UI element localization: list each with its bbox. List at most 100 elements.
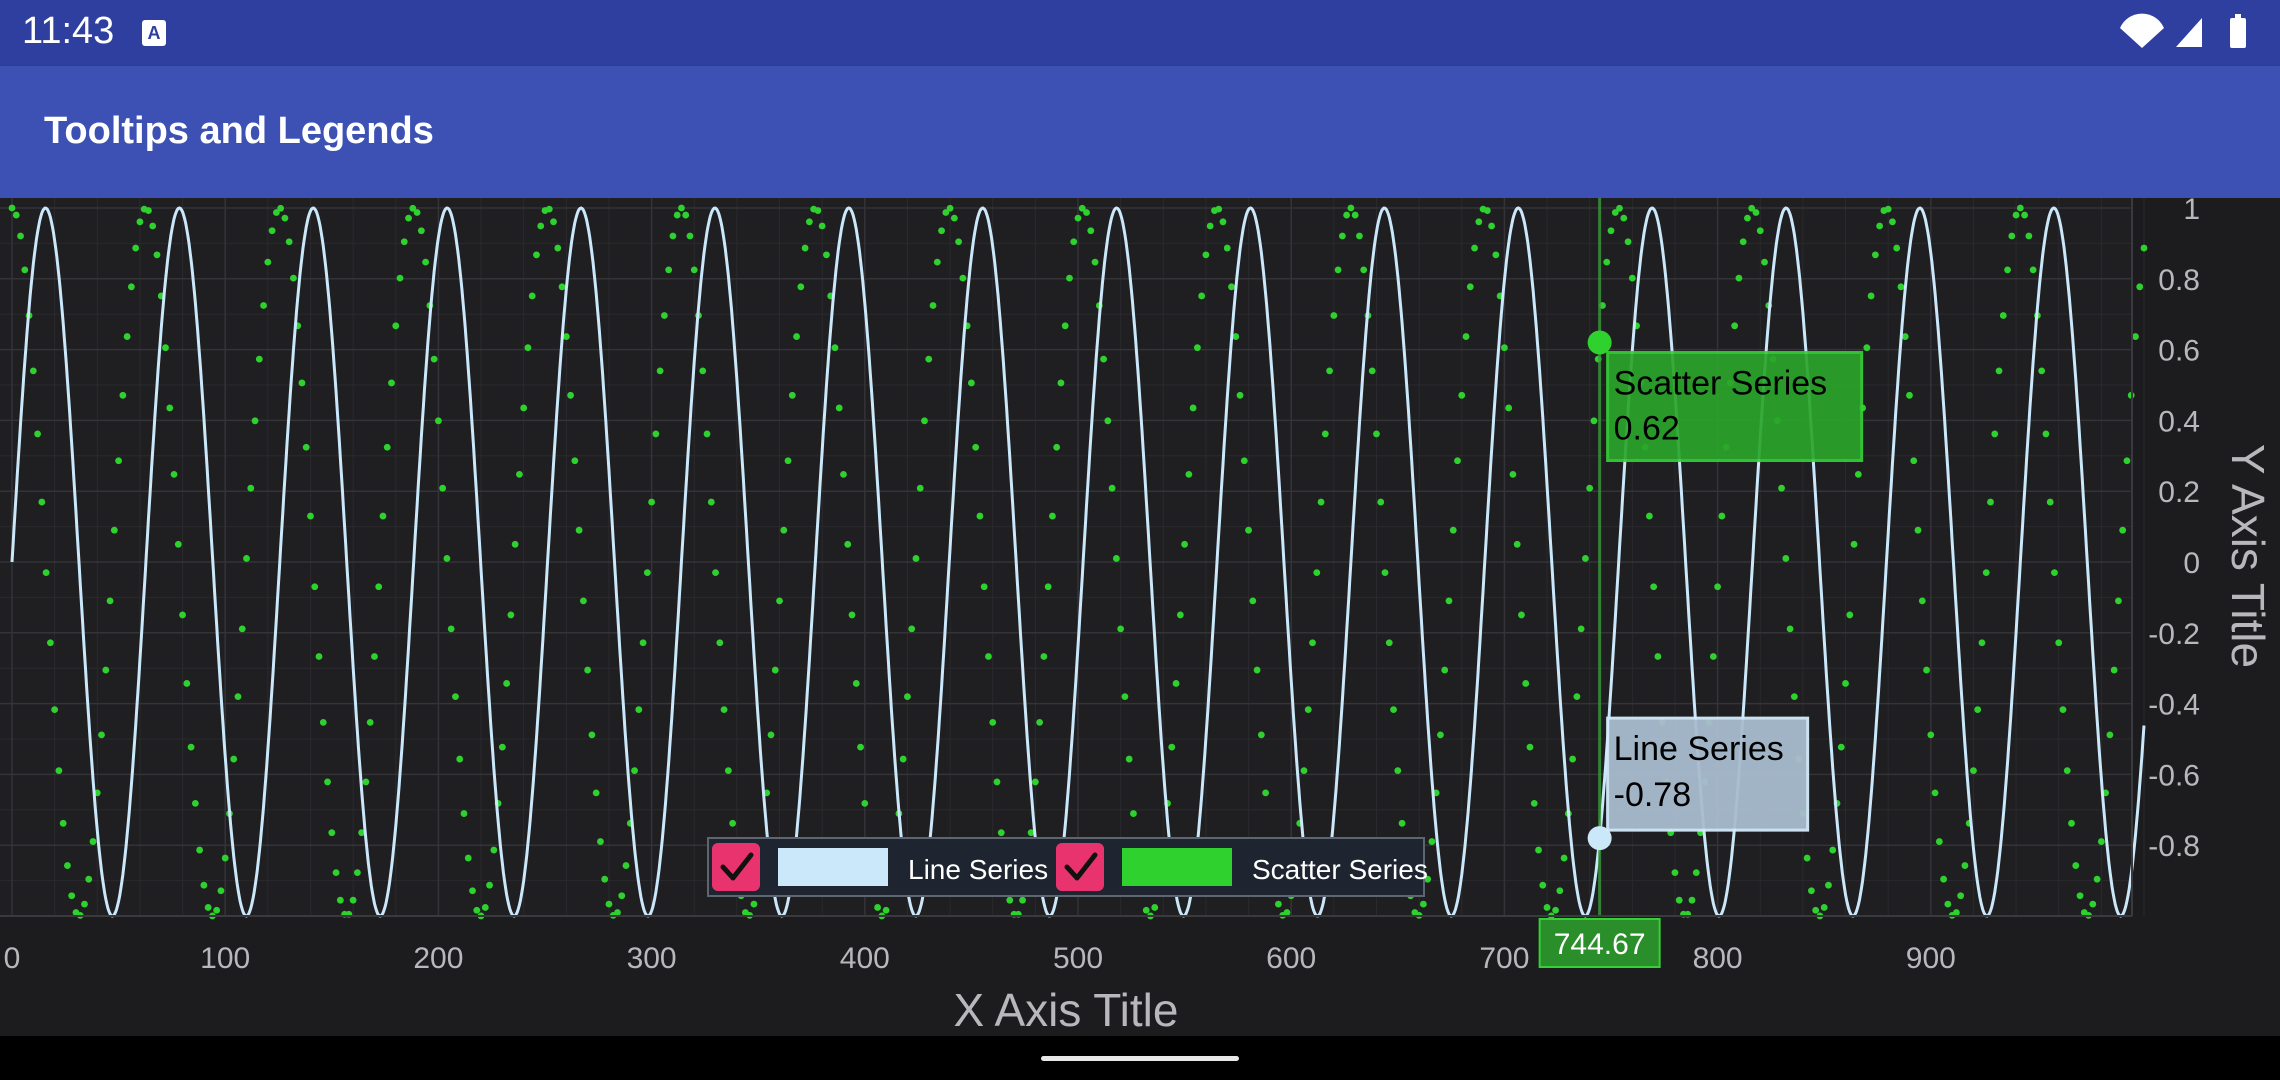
scatter-point	[1176, 611, 1184, 619]
scatter-point	[166, 404, 174, 412]
scatter-point	[1786, 625, 1794, 633]
scatter-point	[1112, 555, 1120, 562]
scatter-point	[1193, 344, 1201, 352]
scatter-point	[85, 875, 93, 883]
scatter-point	[1675, 896, 1683, 904]
legend-checkbox[interactable]	[1056, 843, 1104, 891]
scatter-point	[2051, 569, 2058, 577]
scatter-point	[38, 498, 46, 506]
scatter-point	[669, 232, 677, 240]
scatter-point	[1944, 900, 1952, 908]
scatter-point	[793, 333, 800, 340]
scatter-point	[1837, 743, 1845, 751]
app-bar: Tooltips and Legends	[0, 66, 2280, 198]
scatter-point	[98, 731, 105, 739]
scatter-point	[443, 555, 451, 562]
scatter-point	[848, 611, 856, 619]
chart-container[interactable]: Scatter Series 0.62 Line Series -0.78 1 0.8 0…	[0, 193, 2280, 1036]
scatter-point	[1842, 680, 1849, 687]
scatter-point	[196, 846, 204, 854]
scatter-point	[2136, 283, 2144, 291]
legend: Line Series Scatter Series	[707, 837, 1428, 897]
scatter-point	[238, 625, 246, 633]
scatter-point	[2038, 367, 2046, 375]
scatter-point	[1130, 810, 1137, 817]
scatter-point	[950, 214, 958, 222]
scatter-point	[277, 204, 285, 212]
scatter-point	[1935, 838, 1943, 845]
scatter-point	[1692, 869, 1700, 877]
scatter-point	[191, 799, 199, 807]
scatter-point	[933, 258, 941, 266]
scatter-point	[307, 512, 314, 520]
scatter-point	[1275, 900, 1282, 908]
scatter-point	[1181, 540, 1188, 548]
scatter-point	[285, 238, 293, 246]
scatter-point	[290, 274, 297, 282]
scatter-point	[1607, 227, 1615, 235]
scatter-point	[938, 227, 945, 235]
scatter-point	[251, 417, 259, 425]
scatter-point	[1991, 430, 1999, 438]
scatter-point	[968, 379, 975, 387]
legend-checkbox[interactable]	[712, 843, 760, 891]
scatter-point	[1390, 706, 1397, 714]
scatter-point	[1714, 583, 1721, 591]
chart[interactable]: Scatter Series 0.62 Line Series -0.78 1 0.8 0…	[0, 193, 2280, 1036]
x-tick-label: 0	[4, 942, 21, 975]
scatter-point	[1437, 731, 1444, 739]
scatter-point	[976, 512, 984, 520]
scatter-point	[567, 391, 574, 399]
scatter-point	[255, 355, 263, 363]
scatter-point	[1019, 896, 1026, 904]
scatter-point	[332, 869, 340, 877]
scatter-point	[1573, 693, 1581, 701]
scatter-point	[1330, 312, 1338, 319]
scatter-point	[682, 211, 690, 219]
scatter-point	[929, 302, 937, 309]
scatter-point	[1709, 653, 1717, 660]
scatter-point	[1074, 214, 1082, 222]
scatter-point	[703, 430, 711, 438]
scatter-point	[1688, 896, 1696, 904]
scatter-point	[520, 404, 528, 412]
scatter-point	[1219, 218, 1227, 226]
scatter-point	[2089, 900, 2097, 908]
scatter-point	[2068, 819, 2075, 827]
home-handle[interactable]	[1041, 1056, 1239, 1061]
scatter-point	[1492, 251, 1500, 259]
scatter-point	[2106, 731, 2114, 739]
scatter-point	[916, 484, 924, 492]
scatter-point	[400, 238, 408, 246]
scatter-point	[2072, 862, 2080, 869]
scatter-point	[1876, 222, 1884, 230]
scatter-point	[1223, 244, 1231, 252]
scatter-point	[42, 569, 50, 577]
scatter-point	[921, 417, 928, 425]
scatter-point	[281, 214, 289, 222]
scatter-point	[170, 470, 178, 478]
scatter-point	[1978, 639, 1986, 647]
scatter-point	[750, 900, 758, 908]
scatter-point	[1970, 767, 1977, 775]
scatter-point	[1582, 555, 1589, 562]
scatter-point	[2059, 706, 2067, 714]
scatter-point	[1061, 322, 1069, 330]
scatter-point	[503, 680, 511, 687]
scatter-point	[1530, 799, 1538, 807]
legend-swatch	[778, 848, 888, 886]
scatter-point	[925, 355, 933, 363]
scatter-point	[362, 778, 370, 786]
scatter-point	[1914, 526, 1922, 534]
scatter-point	[1918, 597, 1926, 605]
scatter-point	[729, 819, 737, 827]
scatter-point	[1334, 266, 1342, 274]
scatter-point	[1168, 743, 1176, 751]
scatter-point	[1752, 209, 1760, 216]
scatter-point	[1910, 457, 1918, 465]
scatter-point	[102, 666, 110, 674]
scatter-point	[1744, 214, 1751, 222]
scatter-point	[1812, 906, 1820, 914]
scatter-point	[912, 555, 920, 562]
text-a-icon: A	[142, 20, 166, 46]
